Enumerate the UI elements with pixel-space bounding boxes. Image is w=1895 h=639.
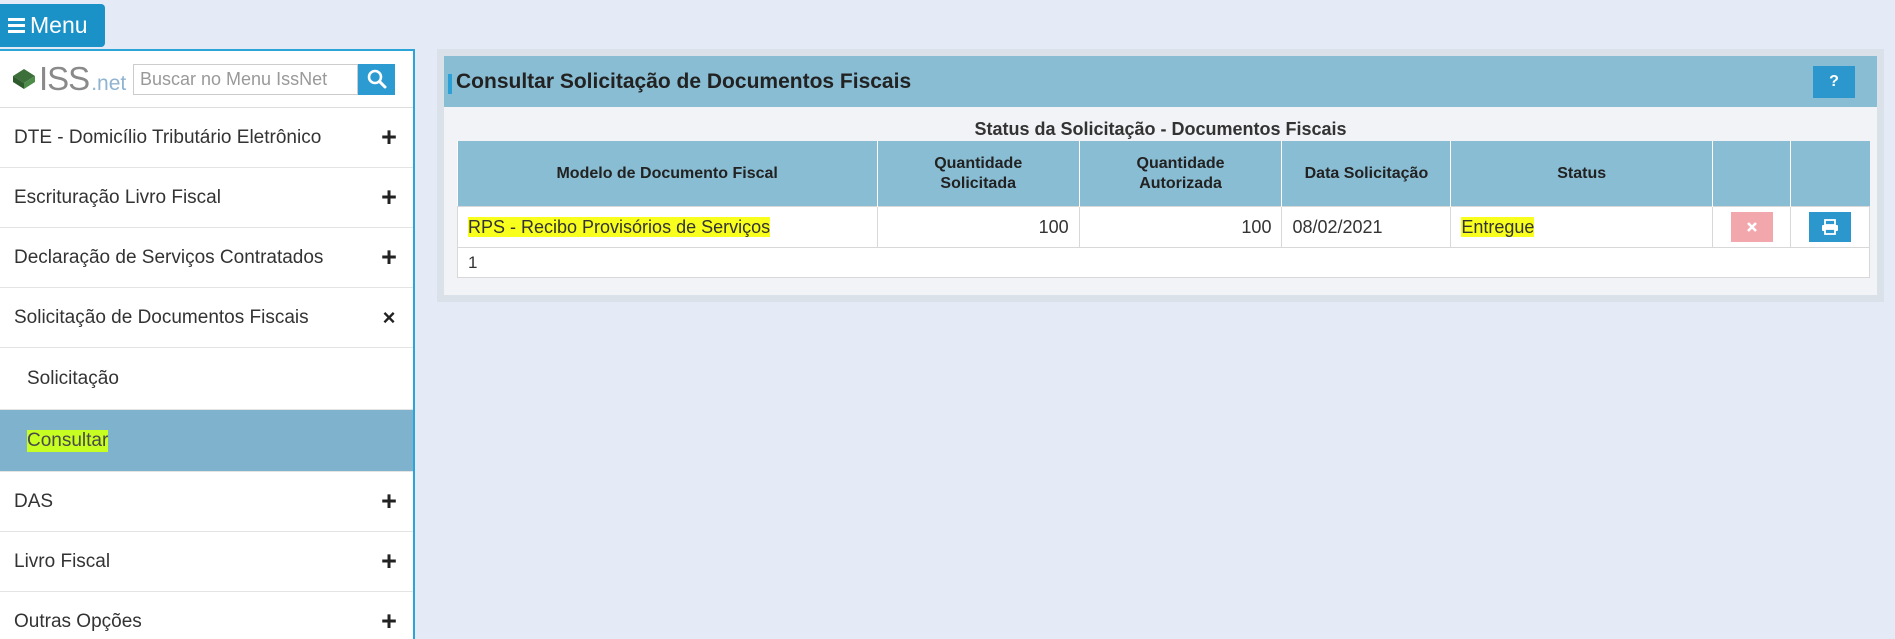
sidebar-item-escrituracao[interactable]: Escrituração Livro Fiscal + <box>0 168 413 228</box>
cell-delete <box>1712 206 1791 248</box>
sidebar-subitem-solicitacao[interactable]: Solicitação <box>0 348 413 410</box>
column-header-qtd-solicitada: Quantidade Solicitada <box>876 141 1080 207</box>
cell-qtd-solicitada: 100 <box>876 206 1080 248</box>
sidebar-header: ISS .net <box>0 51 413 108</box>
table-caption: Status da Solicitação - Documentos Fisca… <box>974 119 1347 139</box>
expand-icon: + <box>381 242 397 272</box>
collapse-icon: × <box>382 304 396 330</box>
expand-icon: + <box>381 606 397 636</box>
sidebar-item-label: Solicitação de Documentos Fiscais <box>14 306 309 328</box>
cell-data: 08/02/2021 <box>1281 206 1452 248</box>
sidebar-subitem-label: Solicitação <box>27 367 119 389</box>
print-icon <box>1822 219 1838 235</box>
sidebar-subitem-consultar[interactable]: Consultar <box>0 410 413 472</box>
column-header-qtd-autorizada: Quantidade Autorizada <box>1078 141 1282 207</box>
print-button[interactable] <box>1809 212 1851 242</box>
sidebar: ISS .net DTE - Domicílio Tributário Elet… <box>0 49 415 639</box>
sidebar-item-label: Livro Fiscal <box>14 550 111 572</box>
column-header-status: Status <box>1450 141 1713 207</box>
close-icon <box>1746 222 1757 232</box>
menu-search <box>133 63 395 95</box>
sidebar-item-label: Escrituração Livro Fiscal <box>14 186 221 208</box>
sidebar-item-das[interactable]: DAS + <box>0 472 413 532</box>
panel-body: Consultar Solicitação de Documentos Fisc… <box>444 56 1877 295</box>
issnet-logo: ISS .net <box>12 60 133 98</box>
cell-qtd-autorizada: 100 <box>1078 206 1283 248</box>
sidebar-item-livro-fiscal[interactable]: Livro Fiscal + <box>0 532 413 592</box>
column-header-delete <box>1712 141 1791 207</box>
panel-header: Consultar Solicitação de Documentos Fisc… <box>444 56 1877 107</box>
pager-page-1[interactable]: 1 <box>457 247 1870 278</box>
sidebar-item-label: DTE - Domicílio Tributário Eletrônico <box>14 126 322 148</box>
column-header-print <box>1790 141 1870 207</box>
sidebar-item-outras-opcoes[interactable]: Outras Opções + <box>0 592 413 639</box>
sidebar-item-label: Declaração de Serviços Contratados <box>14 246 324 268</box>
expand-icon: + <box>381 122 397 152</box>
search-input[interactable] <box>133 63 358 95</box>
expand-icon: + <box>381 182 397 212</box>
status-table: Modelo de Documento Fiscal Quantidade So… <box>457 141 1870 278</box>
sidebar-item-label: Outras Opções <box>14 610 142 632</box>
column-header-data: Data Solicitação <box>1281 141 1451 207</box>
menu-button[interactable]: Menu <box>0 4 105 47</box>
expand-icon: + <box>381 486 397 516</box>
logo-icon <box>13 69 35 89</box>
cell-print <box>1790 206 1870 248</box>
logo-iss-text: ISS <box>39 60 90 97</box>
consultar-panel: Consultar Solicitação de Documentos Fisc… <box>437 49 1884 302</box>
search-icon <box>367 69 386 89</box>
menu-button-label: Menu <box>30 12 88 38</box>
delete-button[interactable] <box>1730 212 1773 242</box>
search-button[interactable] <box>358 63 395 95</box>
table-header-row: Modelo de Documento Fiscal Quantidade So… <box>457 141 1870 207</box>
sidebar-item-solicitacao-documentos[interactable]: Solicitação de Documentos Fiscais × <box>0 288 413 348</box>
sidebar-item-declaracao[interactable]: Declaração de Serviços Contratados + <box>0 228 413 288</box>
cell-modelo: RPS - Recibo Provisórios de Serviços <box>457 206 878 248</box>
sidebar-item-label: DAS <box>14 490 54 512</box>
table-pager-row: 1 <box>457 247 1870 278</box>
page-title: Consultar Solicitação de Documentos Fisc… <box>447 69 912 94</box>
help-button[interactable]: ? <box>1813 65 1855 98</box>
logo-net-text: .net <box>91 71 127 95</box>
cell-status: Entregue <box>1450 206 1714 248</box>
sidebar-item-dte[interactable]: DTE - Domicílio Tributário Eletrônico + <box>0 108 413 168</box>
hamburger-icon <box>8 15 25 36</box>
column-header-modelo: Modelo de Documento Fiscal <box>457 141 878 207</box>
expand-icon: + <box>381 546 397 576</box>
table-row: RPS - Recibo Provisórios de Serviços 100… <box>457 206 1870 248</box>
sidebar-subitem-label: Consultar <box>27 429 109 452</box>
